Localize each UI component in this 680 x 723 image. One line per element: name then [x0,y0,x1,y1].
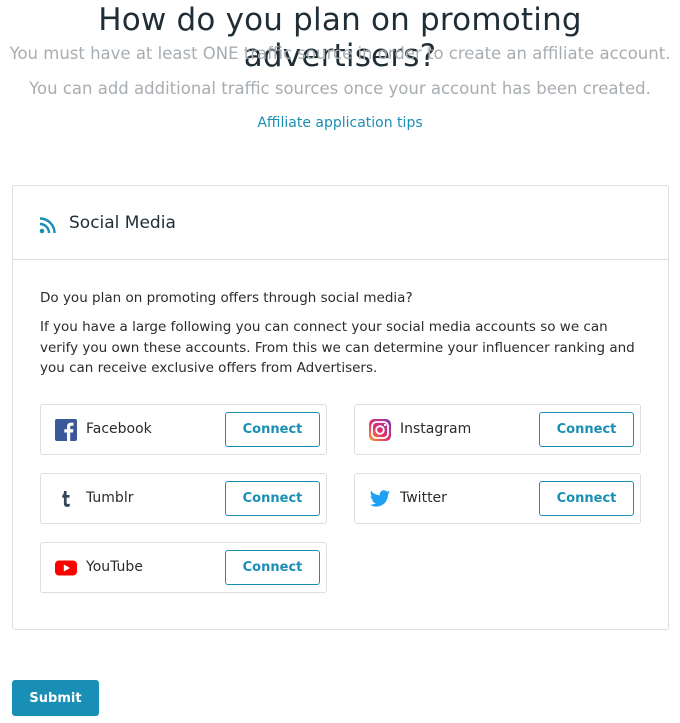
instagram-card: Instagram Connect [354,404,641,455]
youtube-icon [55,560,77,576]
subtitle-additional: You can add additional traffic sources o… [29,79,651,98]
subtitle-requirement: You must have at least ONE traffic sourc… [9,44,671,63]
panel-header: Social Media [13,186,668,260]
twitter-card: Twitter Connect [354,473,641,524]
youtube-card: YouTube Connect [40,542,327,593]
page-title: How do you plan on promoting advertisers… [98,2,582,74]
instagram-label: Instagram [400,421,472,437]
panel-title: Social Media [69,212,176,233]
social-question: Do you plan on promoting offers through … [40,290,413,306]
tumblr-label: Tumblr [86,490,134,506]
affiliate-tips-link[interactable]: Affiliate application tips [0,115,680,131]
panel-body: Do you plan on promoting offers through … [13,260,668,379]
youtube-label: YouTube [86,559,143,575]
youtube-connect-button[interactable]: Connect [225,550,320,585]
instagram-icon [369,419,391,441]
tumblr-connect-button[interactable]: Connect [225,481,320,516]
twitter-connect-button[interactable]: Connect [539,481,634,516]
social-description: If you have a large following you can co… [40,319,635,376]
instagram-connect-button[interactable]: Connect [539,412,634,447]
tumblr-icon [62,491,70,507]
twitter-icon [369,490,391,507]
twitter-label: Twitter [400,490,447,506]
tumblr-card: Tumblr Connect [40,473,327,524]
facebook-label: Facebook [86,421,152,437]
social-media-panel: Social Media Do you plan on promoting of… [12,185,669,630]
rss-icon [39,216,56,233]
facebook-connect-button[interactable]: Connect [225,412,320,447]
submit-button[interactable]: Submit [12,680,99,716]
facebook-card: Facebook Connect [40,404,327,455]
facebook-icon [55,419,77,441]
